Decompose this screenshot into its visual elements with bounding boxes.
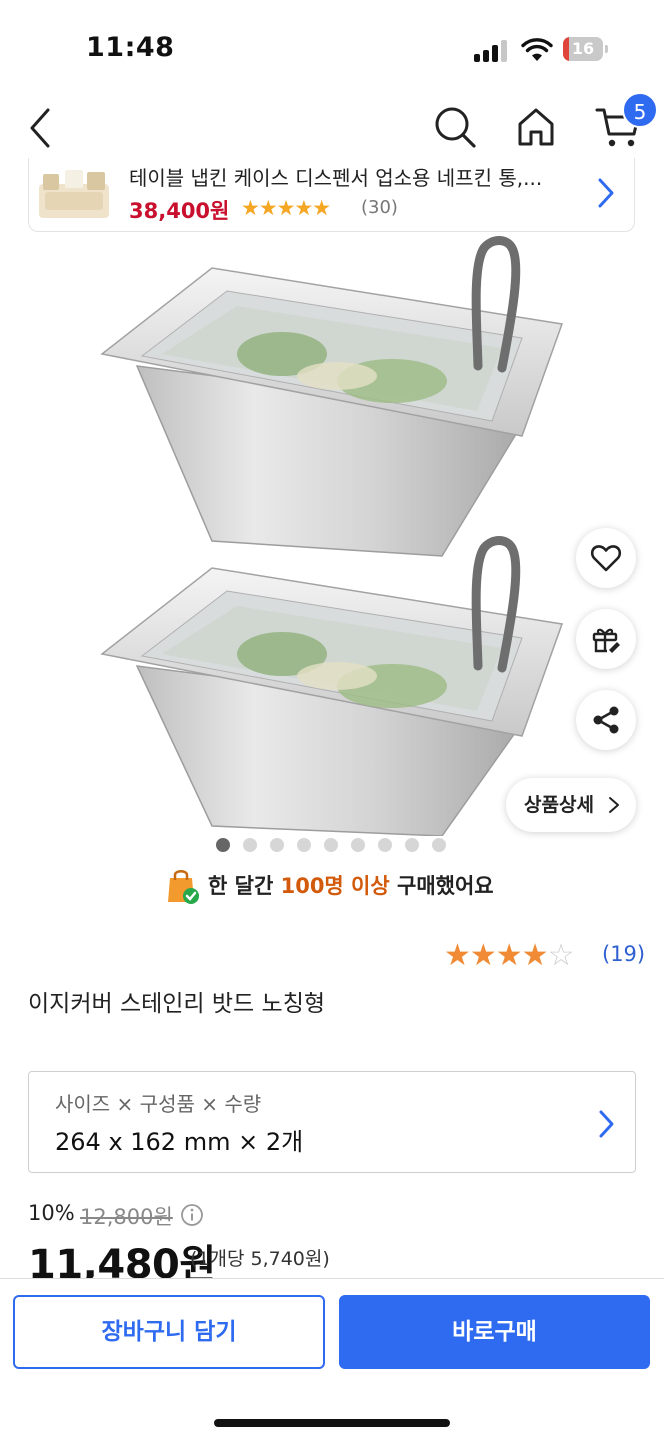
- recommended-review-count: (30): [361, 197, 398, 218]
- option-selector[interactable]: 사이즈 × 구성품 × 수량 264 x 162 mm × 2개: [28, 1071, 636, 1173]
- shopping-bag-check-icon: [168, 870, 199, 904]
- cart-count-badge[interactable]: 5: [622, 92, 658, 128]
- gallery-dot[interactable]: [324, 838, 338, 852]
- gallery-dot[interactable]: [270, 838, 284, 852]
- info-icon[interactable]: [180, 1203, 204, 1227]
- option-value: 264 x 162 mm × 2개: [55, 1128, 304, 1156]
- review-count[interactable]: (19): [602, 942, 645, 966]
- recommended-product-card[interactable]: 테이블 냅킨 케이스 디스펜서 업소용 네프킨 통,... 38,400원 ★★…: [28, 158, 635, 232]
- gift-button[interactable]: [576, 609, 636, 669]
- battery-icon: 16: [563, 37, 609, 61]
- back-button[interactable]: [22, 104, 62, 152]
- chevron-right-icon: [609, 797, 619, 813]
- home-icon[interactable]: [514, 104, 558, 150]
- option-label: 사이즈 × 구성품 × 수량: [55, 1092, 262, 1116]
- chevron-right-icon: [599, 1110, 614, 1138]
- gallery-dot[interactable]: [432, 838, 446, 852]
- share-button[interactable]: [576, 690, 636, 750]
- recommended-product-title: 테이블 냅킨 케이스 디스펜서 업소용 네프킨 통,...: [129, 166, 543, 190]
- purchase-note-suffix: 구매했어요: [389, 874, 494, 898]
- product-detail-button[interactable]: 상품상세: [506, 778, 636, 832]
- unit-price: (1개당 5,740원): [190, 1248, 330, 1270]
- recommended-product-price: 38,400원: [129, 199, 230, 223]
- gift-icon: [592, 628, 620, 653]
- chevron-right-icon[interactable]: [595, 176, 617, 210]
- gallery-dot[interactable]: [351, 838, 365, 852]
- battery-level: 16: [571, 39, 595, 58]
- purchase-note-highlight: 100명 이상: [280, 874, 390, 898]
- product-title: 이지커버 스테인리 밧드 노칭형: [28, 991, 326, 1017]
- gallery-dot[interactable]: [378, 838, 392, 852]
- share-icon: [593, 706, 619, 734]
- bottom-action-bar: 장바구니 담기 바로구매: [0, 1278, 664, 1440]
- gallery-dot[interactable]: [297, 838, 311, 852]
- gallery-dot[interactable]: [243, 838, 257, 852]
- add-to-cart-button[interactable]: 장바구니 담기: [13, 1295, 325, 1369]
- buy-now-button[interactable]: 바로구매: [339, 1295, 650, 1369]
- recommended-product-thumbnail: [39, 170, 109, 218]
- wishlist-button[interactable]: [576, 528, 636, 588]
- recommended-rating-stars: ★★★★★: [241, 196, 331, 220]
- cellular-signal-icon: [474, 40, 510, 62]
- wifi-icon: [521, 38, 553, 61]
- rating-stars: ★★★★☆: [444, 938, 575, 973]
- search-icon[interactable]: [432, 104, 478, 150]
- original-price: 12,800원: [80, 1205, 173, 1229]
- rating-filled-stars: ★★★★: [444, 938, 549, 973]
- home-indicator: [214, 1419, 450, 1427]
- status-time: 11:48: [86, 32, 175, 63]
- gallery-dot[interactable]: [405, 838, 419, 852]
- rating-empty-stars: ☆: [547, 938, 575, 973]
- discount-percent: 10%: [28, 1201, 75, 1225]
- status-bar: 11:48 16: [0, 0, 664, 90]
- gallery-dot[interactable]: [216, 838, 230, 852]
- heart-icon: [590, 545, 622, 572]
- purchase-note-prefix: 한 달간: [208, 874, 281, 898]
- product-image[interactable]: [82, 236, 582, 836]
- product-detail-label: 상품상세: [524, 794, 594, 816]
